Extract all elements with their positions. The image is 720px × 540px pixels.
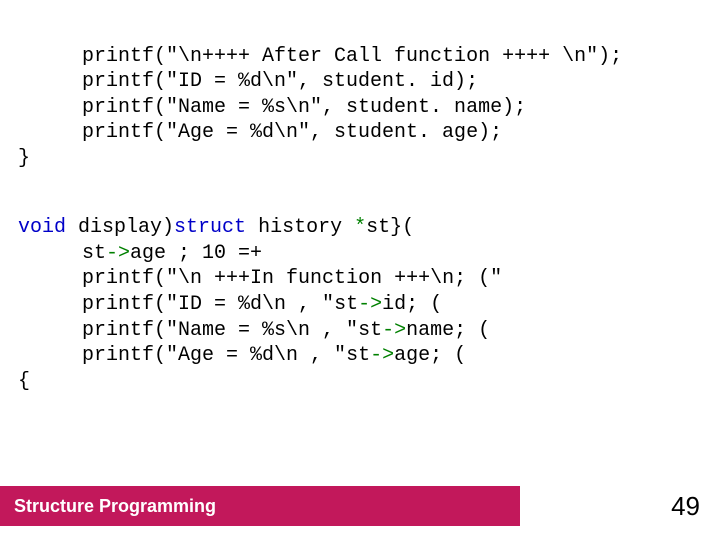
code-line-8e: \n	[430, 267, 454, 290]
slide: printf("\n++++ After Call function ++++ …	[0, 0, 720, 540]
code-line-8b: +++	[202, 267, 250, 290]
op-arrow-4: ->	[370, 344, 394, 367]
code-line-6e: history	[246, 216, 354, 239]
code-line-9b: , "	[286, 293, 334, 316]
code-line-8a: printf("\n	[82, 267, 202, 290]
footer-bar: Structure Programming	[0, 486, 520, 526]
code-line-9a: printf("ID = %d\n	[82, 293, 286, 316]
code-block: printf("\n++++ After Call function ++++ …	[0, 0, 720, 420]
code-line-10f: ; (	[454, 319, 490, 342]
code-line-6g: st	[366, 216, 390, 239]
code-line-10b: , "	[310, 319, 358, 342]
code-line-10e: name	[406, 319, 454, 342]
op-arrow-3: ->	[382, 319, 406, 342]
code-line-7d: ; 10 =+	[178, 242, 262, 265]
code-line-6b: display	[66, 216, 162, 239]
code-line-11e: age	[394, 344, 430, 367]
code-line-6h: }(	[390, 216, 414, 239]
code-line-9e: id	[382, 293, 406, 316]
code-line-9c: st	[334, 293, 358, 316]
code-line-3: printf("Name = %s\n", student. name);	[82, 96, 526, 119]
footer-label: Structure Programming	[14, 496, 216, 517]
op-arrow-1: ->	[106, 242, 130, 265]
code-line-8d: +++	[394, 267, 430, 290]
op-star: *	[354, 216, 366, 239]
code-line-7c: age	[130, 242, 178, 265]
code-line-1: printf("\n++++ After Call function ++++ …	[82, 45, 622, 68]
code-line-2: printf("ID = %d\n", student. id);	[82, 70, 478, 93]
kw-struct: struct	[174, 216, 246, 239]
code-line-7a: st	[82, 242, 106, 265]
code-line-5: }	[18, 147, 30, 170]
code-line-11f: ; (	[430, 344, 466, 367]
code-line-10c: st	[358, 319, 382, 342]
kw-void: void	[18, 216, 66, 239]
code-line-10a: printf("Name = %s\n	[82, 319, 310, 342]
code-line-11c: st	[346, 344, 370, 367]
code-line-12: {	[18, 370, 30, 393]
code-line-9f: ; (	[406, 293, 442, 316]
code-line-11b: , "	[298, 344, 346, 367]
code-line-8f: ; ("	[454, 267, 502, 290]
code-line-4: printf("Age = %d\n", student. age);	[82, 121, 502, 144]
page-number: 49	[671, 491, 700, 522]
code-line-11a: printf("Age = %d\n	[82, 344, 298, 367]
op-arrow-2: ->	[358, 293, 382, 316]
code-line-6c: )	[162, 216, 174, 239]
code-line-8c: In function	[250, 267, 394, 290]
